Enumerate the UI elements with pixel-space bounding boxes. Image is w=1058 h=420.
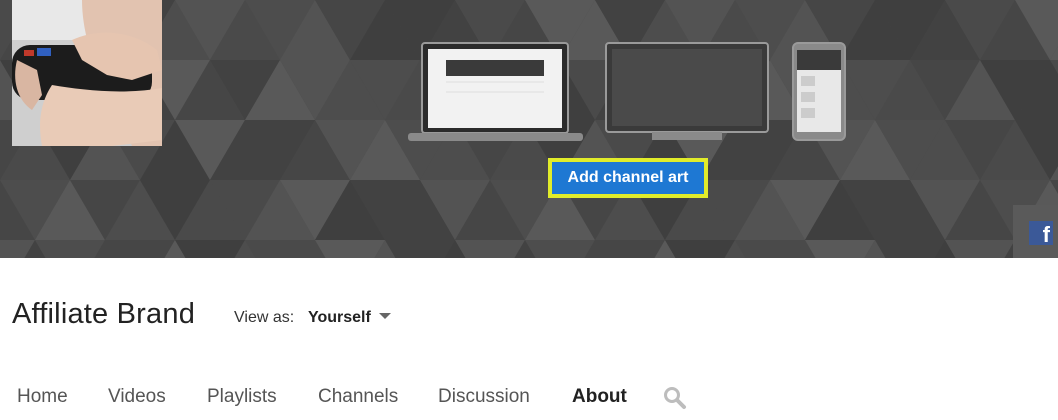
- facebook-icon[interactable]: f: [1029, 221, 1053, 245]
- add-channel-art-label: Add channel art: [552, 162, 704, 194]
- tab-playlists[interactable]: Playlists: [207, 386, 277, 408]
- channel-banner: Add channel art f: [0, 0, 1058, 258]
- view-as-value: Yourself: [308, 309, 371, 326]
- view-as-dropdown[interactable]: Yourself: [308, 309, 391, 331]
- tab-about[interactable]: About: [572, 386, 627, 408]
- facebook-letter: f: [1042, 222, 1050, 245]
- social-links: f: [1013, 205, 1058, 258]
- add-channel-art-button[interactable]: Add channel art: [548, 158, 708, 198]
- channel-tabs: Home Videos Playlists Channels Discussio…: [0, 386, 760, 420]
- tab-discussion[interactable]: Discussion: [438, 386, 530, 408]
- phone-preview-icon: [792, 42, 846, 141]
- channel-name: Affiliate Brand: [12, 298, 196, 330]
- laptop-preview-icon: [408, 42, 583, 141]
- avatar-image: [12, 0, 162, 146]
- view-as-label: View as:: [234, 309, 295, 326]
- tab-channels[interactable]: Channels: [318, 386, 398, 408]
- tab-videos[interactable]: Videos: [108, 386, 166, 408]
- tv-preview-icon: [605, 42, 769, 140]
- tab-home[interactable]: Home: [17, 386, 68, 408]
- channel-avatar[interactable]: [12, 0, 162, 146]
- search-icon[interactable]: [663, 386, 687, 410]
- chevron-down-icon: [378, 312, 391, 319]
